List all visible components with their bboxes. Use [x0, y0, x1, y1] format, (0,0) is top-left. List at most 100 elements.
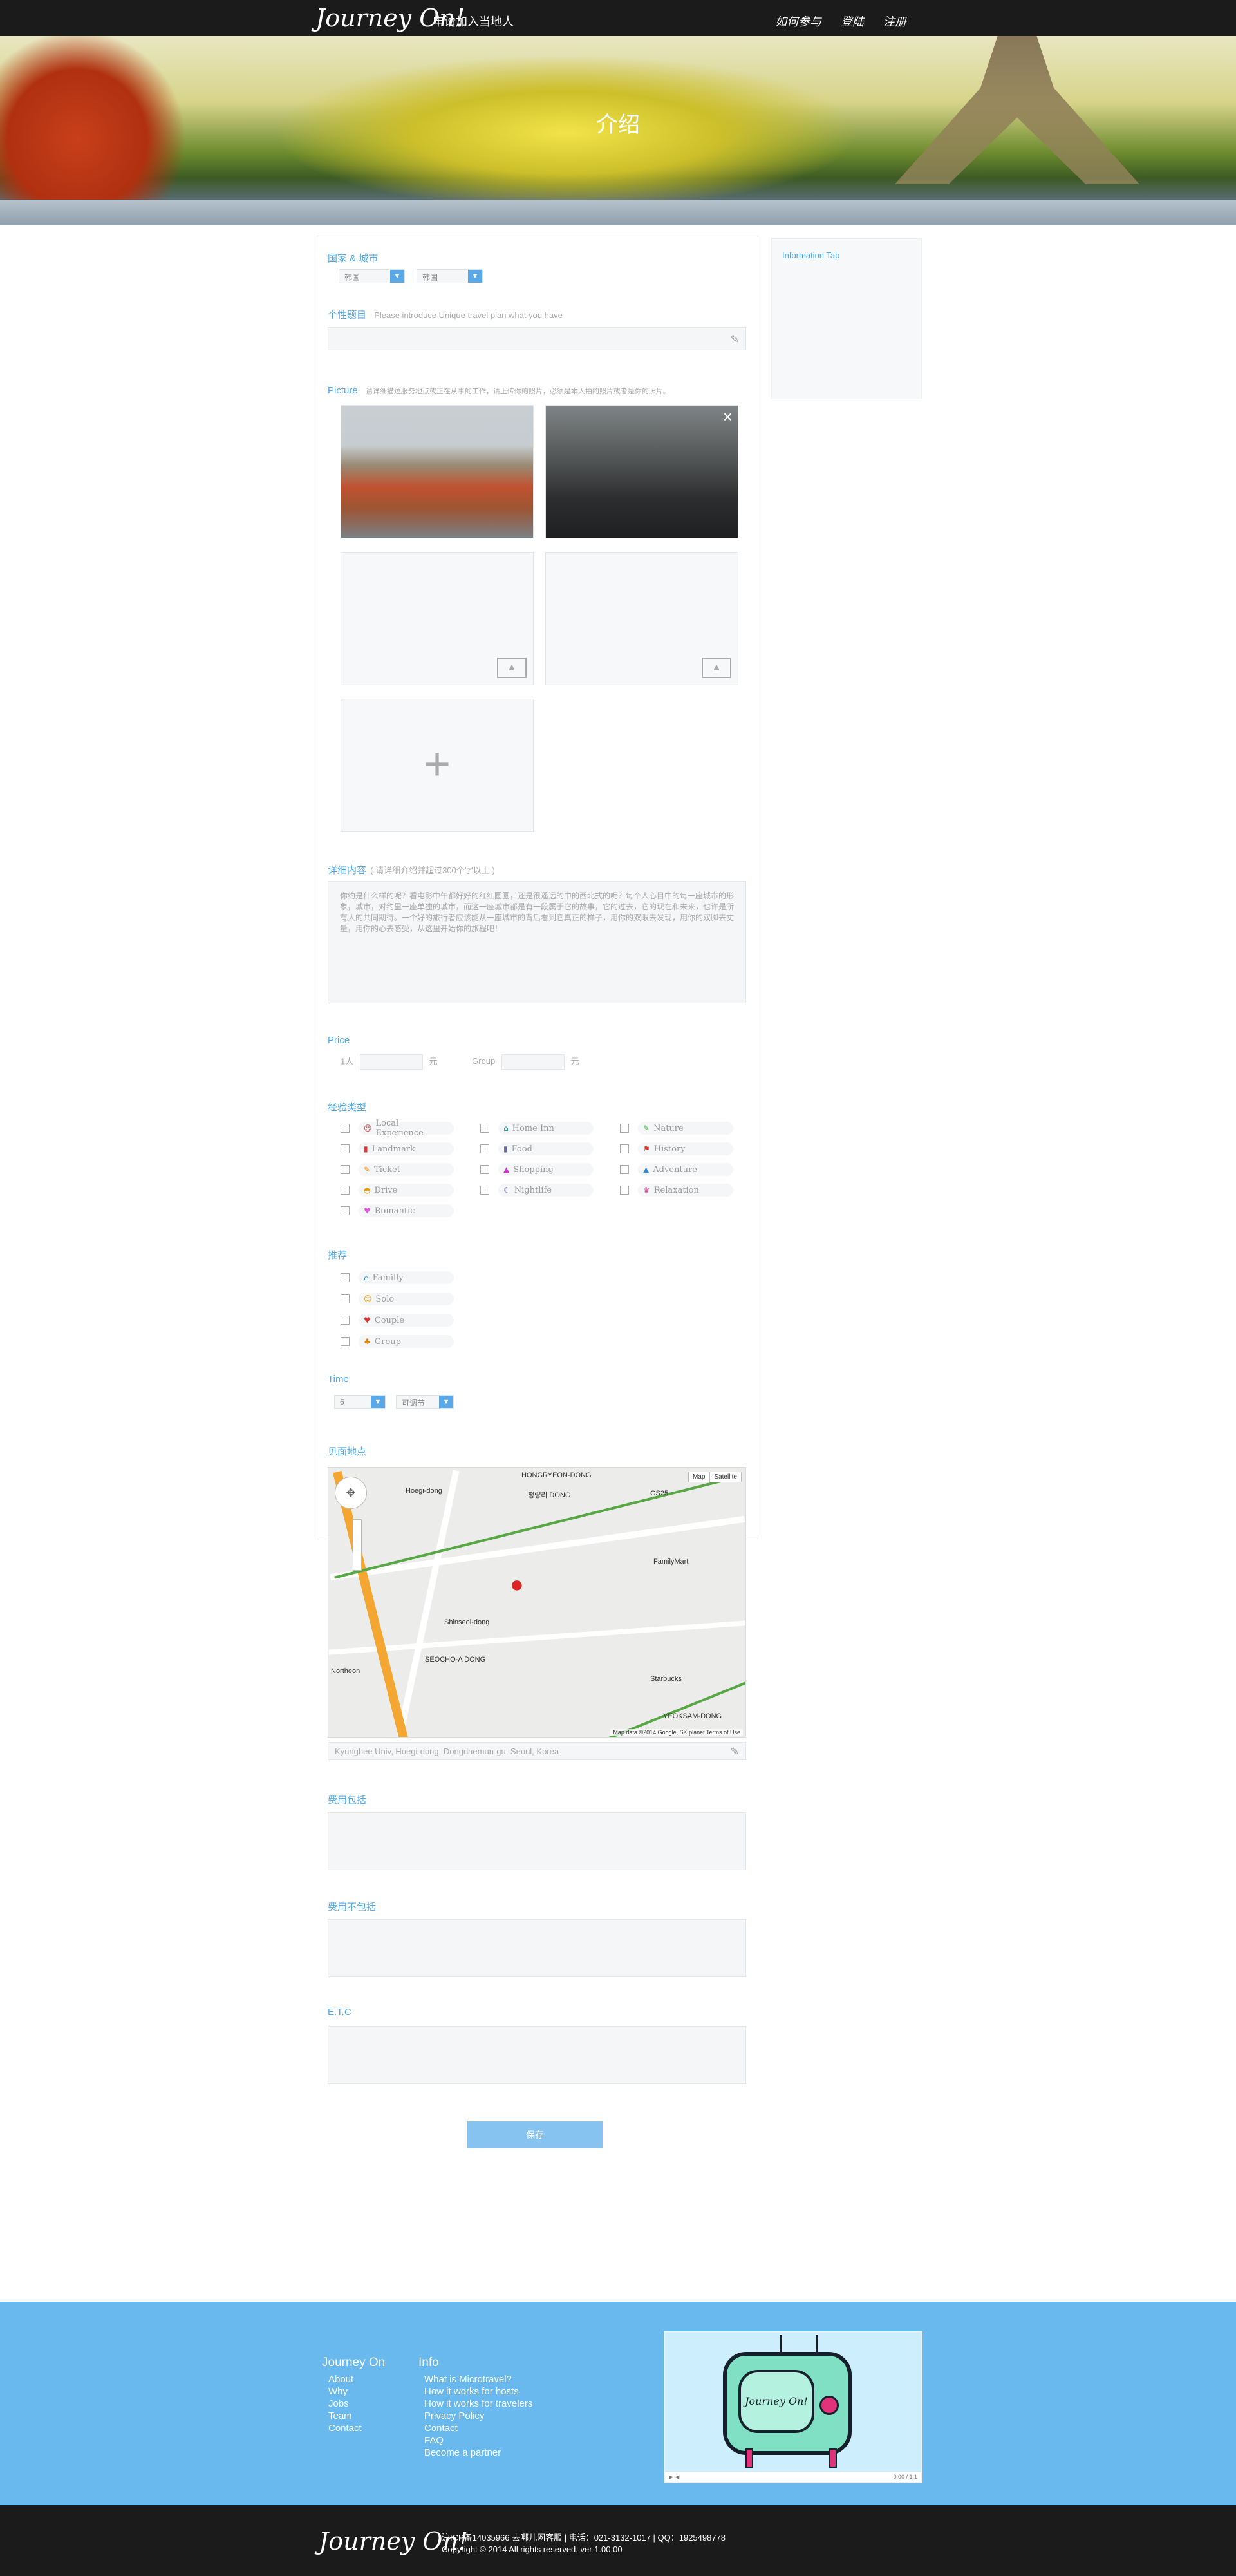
photo-slot-4[interactable]: ▲	[545, 552, 738, 685]
experience-option[interactable]: ▲ Shopping	[480, 1163, 594, 1176]
footer-link-hosts[interactable]: How it works for hosts	[424, 2386, 519, 2397]
experience-option[interactable]: ✎ Ticket	[341, 1163, 454, 1176]
checkbox[interactable]	[341, 1206, 350, 1215]
checkbox[interactable]	[620, 1144, 629, 1153]
details-hint: ( 请详细介绍并超过300个字以上 )	[370, 866, 495, 875]
nav-how-to-join[interactable]: 如何参与	[775, 13, 821, 30]
map-zoom-slider[interactable]	[353, 1519, 362, 1571]
top-navbar: Journey On! 申请加入当地人 如何参与 登陆 注册	[0, 0, 1236, 36]
checkbox[interactable]	[341, 1316, 350, 1325]
details-textarea[interactable]: 你约是什么样的呢？看电影中午都好好的红红圆圆，还是很遥远的中的西北式的呢？每个人…	[328, 881, 746, 1003]
promo-video-player[interactable]: Journey On! ▶ ◀ 0:00 / 1:1	[664, 2331, 922, 2483]
experience-option[interactable]: ◓ Drive	[341, 1184, 454, 1197]
recommend-option[interactable]: ♣ Group	[341, 1335, 454, 1348]
video-controls[interactable]: ▶ ◀ 0:00 / 1:1	[665, 2472, 921, 2482]
recommend-option[interactable]: ♥ Couple	[341, 1314, 454, 1327]
experience-option[interactable]: ▮ Food	[480, 1142, 594, 1155]
photo-1-porto-river[interactable]	[341, 405, 534, 538]
checkbox[interactable]	[480, 1186, 489, 1195]
hero-banner: 介绍	[0, 36, 1236, 225]
price-per-person-input[interactable]	[359, 1054, 423, 1070]
footer-link-travelers[interactable]: How it works for travelers	[424, 2398, 532, 2409]
pencil-icon[interactable]: ✎	[731, 1745, 739, 1758]
etc-textarea[interactable]	[328, 2026, 746, 2084]
experience-pill: ▮ Landmark	[359, 1142, 454, 1155]
checkbox[interactable]	[480, 1165, 489, 1174]
nav-login[interactable]: 登陆	[841, 13, 864, 30]
picture-hint: 请详细描述服务地点或正在从事的工作，请上传你的照片，必须是本人拍的照片或者是你的…	[365, 388, 670, 395]
map-pin-icon[interactable]: ●	[510, 1571, 524, 1598]
recommend-option[interactable]: ⌂ Familly	[341, 1271, 454, 1284]
experience-option[interactable]: ✎ Nature	[620, 1122, 733, 1135]
checkbox[interactable]	[620, 1186, 629, 1195]
fee-included-textarea[interactable]	[328, 1812, 746, 1870]
tv-antenna-icon	[780, 2335, 818, 2352]
checkbox[interactable]	[341, 1337, 350, 1346]
image-icon: ▲	[702, 658, 731, 678]
experience-option[interactable]: ♥ Romantic	[341, 1204, 454, 1217]
experience-option[interactable]: ⚑ History	[620, 1142, 733, 1155]
checkbox[interactable]	[620, 1124, 629, 1133]
address-value: Kyunghee Univ, Hoegi-dong, Dongdaemun-gu…	[335, 1747, 559, 1756]
nav-register[interactable]: 注册	[883, 13, 906, 30]
save-button[interactable]: 保存	[467, 2121, 603, 2148]
time-unit-select[interactable]: 可调节 ▼	[396, 1395, 454, 1409]
footer-link-microtravel[interactable]: What is Microtravel?	[424, 2374, 512, 2385]
checkbox[interactable]	[480, 1124, 489, 1133]
footer-link-jobs[interactable]: Jobs	[328, 2398, 349, 2409]
tv-screen-logo: Journey On!	[738, 2370, 814, 2433]
experience-category-icon: ✎	[364, 1165, 371, 1174]
footer-link-why[interactable]: Why	[328, 2386, 348, 2397]
recommend-pill: ♣ Group	[359, 1335, 454, 1348]
information-tab-title[interactable]: Information Tab	[782, 251, 839, 260]
city-select[interactable]: 韩国 ▼	[417, 269, 483, 283]
checkbox[interactable]	[480, 1144, 489, 1153]
photo-2-church[interactable]: ×	[545, 405, 738, 538]
personal-title-input[interactable]: ✎	[328, 327, 746, 350]
checkbox[interactable]	[341, 1273, 350, 1282]
map-type-satellite[interactable]: Satellite	[709, 1472, 742, 1482]
experience-option[interactable]: ♛ Relaxation	[620, 1184, 733, 1197]
checkbox[interactable]	[341, 1294, 350, 1303]
checkbox[interactable]	[341, 1144, 350, 1153]
add-photo-button[interactable]: +	[341, 699, 534, 832]
personal-title-label: 个性题目	[328, 310, 367, 321]
close-icon[interactable]: ×	[723, 407, 733, 427]
map-pan-control[interactable]: ✥	[335, 1477, 367, 1509]
address-input[interactable]: Kyunghee Univ, Hoegi-dong, Dongdaemun-gu…	[328, 1742, 746, 1760]
photo-slot-3[interactable]: ▲	[341, 552, 534, 685]
footer-link-partner[interactable]: Become a partner	[424, 2447, 501, 2458]
fee-excluded-textarea[interactable]	[328, 1919, 746, 1977]
hero-title: 介绍	[596, 113, 640, 137]
recommend-category-icon: ♣	[364, 1337, 371, 1346]
footer-link-faq[interactable]: FAQ	[424, 2435, 444, 2446]
checkbox[interactable]	[620, 1165, 629, 1174]
recommend-option[interactable]: ☺ Solo	[341, 1293, 454, 1305]
footer-link-about[interactable]: About	[328, 2374, 353, 2385]
time-hours-select[interactable]: 6 ▼	[334, 1395, 386, 1409]
experience-option[interactable]: ☺ Local Experience	[341, 1119, 454, 1138]
checkbox[interactable]	[341, 1165, 350, 1174]
experience-option[interactable]: ▮ Landmark	[341, 1142, 454, 1155]
footer-link-contact-2[interactable]: Contact	[424, 2423, 458, 2434]
map-road	[328, 1620, 745, 1655]
checkbox[interactable]	[341, 1124, 350, 1133]
tv-leg-icon	[829, 2448, 837, 2468]
play-icon[interactable]: ▶ ◀	[669, 2474, 679, 2480]
apply-local-link[interactable]: 申请加入当地人	[433, 13, 514, 30]
experience-option[interactable]: ▲ Adventure	[620, 1163, 733, 1176]
map-type-map[interactable]: Map	[688, 1472, 710, 1482]
pencil-icon[interactable]: ✎	[731, 333, 739, 346]
footer-link-privacy[interactable]: Privacy Policy	[424, 2410, 484, 2421]
country-select[interactable]: 韩国 ▼	[339, 269, 405, 283]
google-map[interactable]: ✥ Map Satellite HONGRYEON-DONG 청량리 DONG …	[328, 1467, 746, 1738]
footer-link-team[interactable]: Team	[328, 2410, 352, 2421]
experience-option[interactable]: ⌂ Home Inn	[480, 1122, 594, 1135]
price-group-input[interactable]	[501, 1054, 565, 1070]
experience-label: Local Experience	[375, 1119, 424, 1138]
experience-option[interactable]: ☾ Nightlife	[480, 1184, 594, 1197]
map-attribution[interactable]: Map data ©2014 Google, SK planet Terms o…	[610, 1729, 743, 1736]
checkbox[interactable]	[341, 1186, 350, 1195]
country-select-value: 韩国	[344, 273, 360, 282]
footer-link-contact[interactable]: Contact	[328, 2423, 362, 2434]
